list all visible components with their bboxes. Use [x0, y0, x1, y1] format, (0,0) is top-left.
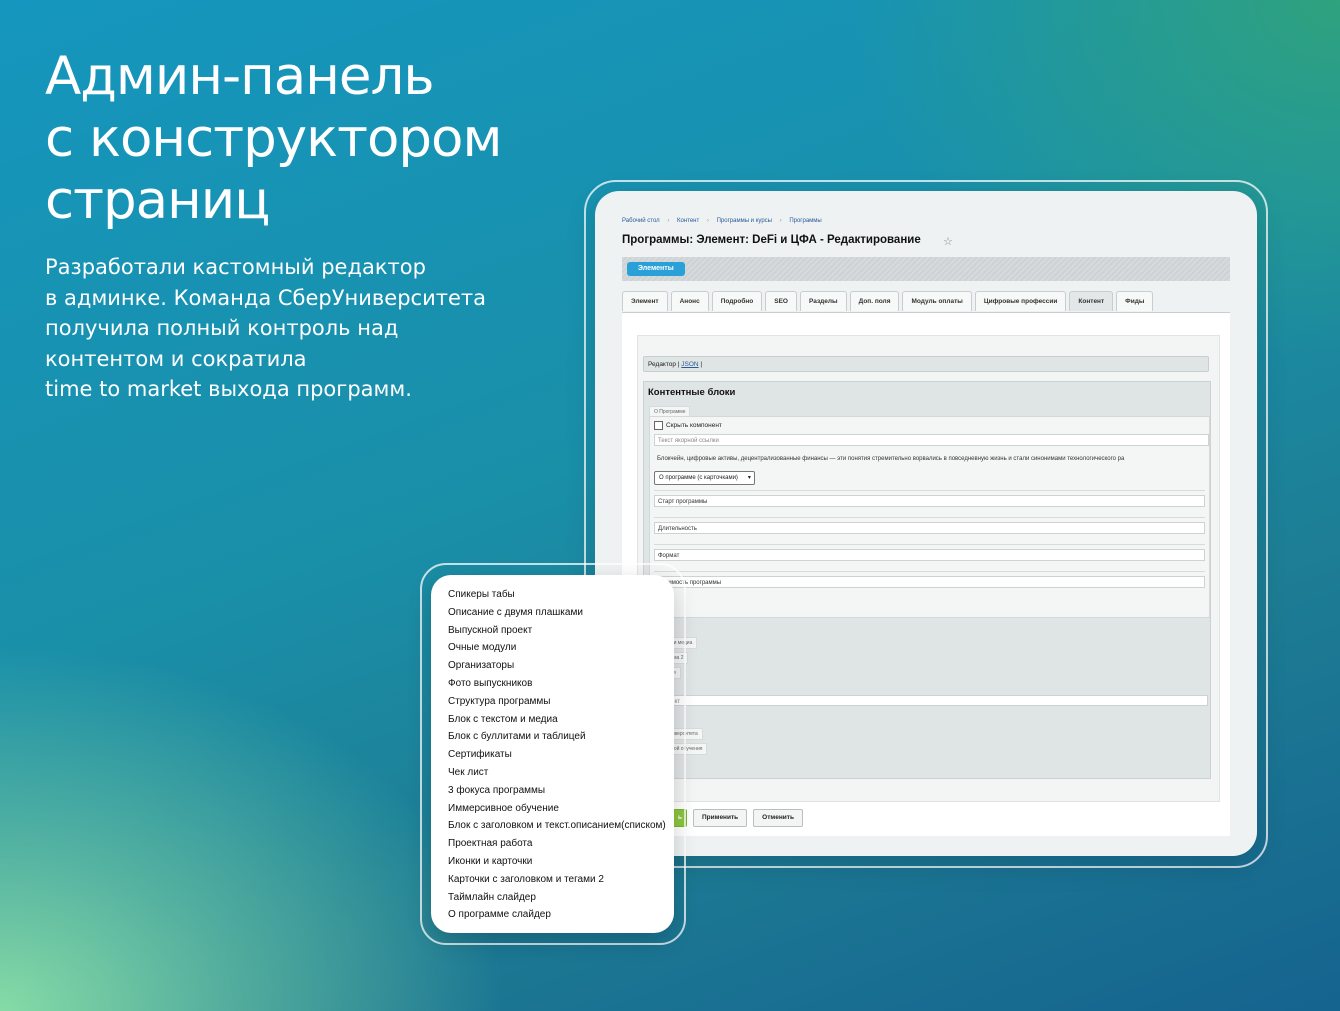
content-panel: Редактор | JSON | Контентные блоки О Про…	[622, 312, 1230, 836]
dropdown-item[interactable]: Спикеры табы	[448, 586, 666, 604]
dropdown-item[interactable]: Иконки и карточки	[448, 853, 666, 871]
cancel-button[interactable]: Отменить	[753, 809, 803, 827]
description-text[interactable]: Блокчейн, цифровые активы, децентрализов…	[654, 453, 1209, 465]
tab-sections[interactable]: Разделы	[800, 291, 847, 311]
breadcrumb: Рабочий стол › Контент › Программы и кур…	[622, 218, 828, 224]
block-type-select[interactable]: О программе (с карточками) ▾	[654, 471, 755, 485]
start-field[interactable]: Старт программы	[654, 495, 1205, 507]
breadcrumb-item[interactable]: Программы и курсы	[717, 218, 772, 224]
tab-payment-module[interactable]: Модуль оплаты	[902, 291, 972, 311]
tab-feeds[interactable]: Фиды	[1116, 291, 1154, 311]
content-blocks: Контентные блоки О Программе Скрыть комп…	[643, 381, 1211, 779]
breadcrumb-separator: ›	[706, 218, 709, 224]
dropdown-item[interactable]: Блок с буллитами и таблицей	[448, 728, 666, 746]
breadcrumb-separator: ›	[667, 218, 670, 224]
headline-line-2: с конструктором	[45, 108, 502, 169]
dropdown-item[interactable]: Сертификаты	[448, 746, 666, 764]
block-type-dropdown: Спикеры табы Описание с двумя плашками В…	[431, 575, 674, 933]
anchor-text-input[interactable]: Текст якорной ссылки	[654, 434, 1209, 446]
tab-details[interactable]: Подробно	[711, 291, 763, 311]
editor-area: Редактор | JSON | Контентные блоки О Про…	[637, 335, 1220, 802]
description-line-1: Разработали кастомный редактор	[45, 255, 426, 279]
json-mode-link[interactable]: JSON	[681, 361, 698, 368]
dropdown-list: Спикеры табы Описание с двумя плашками В…	[448, 586, 666, 924]
editor-mode-suffix: |	[698, 361, 703, 368]
apply-button[interactable]: Применить	[693, 809, 748, 827]
breadcrumb-item[interactable]: Рабочий стол	[622, 218, 660, 224]
tablet-screen: Рабочий стол › Контент › Программы и кур…	[595, 191, 1257, 856]
dropdown-item[interactable]: Блок с текстом и медиа	[448, 711, 666, 729]
editor-mode-bar: Редактор | JSON |	[643, 356, 1209, 372]
admin-toolbar: Элементы	[622, 257, 1230, 281]
dropdown-item[interactable]: О программе слайдер	[448, 906, 666, 924]
page-description: Разработали кастомный редактор в админке…	[45, 252, 486, 405]
dropdown-item[interactable]: Блок с заголовком и текст.описанием(спис…	[448, 817, 666, 835]
hide-component-label: Скрыть компонент	[666, 422, 722, 429]
breadcrumb-separator: ›	[779, 218, 782, 224]
form-buttons: ь Применить Отменить	[673, 809, 803, 827]
dropdown-item[interactable]: Структура программы	[448, 693, 666, 711]
field-row: Старт программы	[654, 490, 1205, 507]
description-line-3: получила полный контроль над	[45, 316, 399, 340]
chevron-down-icon: ▾	[747, 475, 751, 481]
block-type-value: О программе (с карточками)	[659, 475, 738, 481]
dropdown-item[interactable]: Иммерсивное обучение	[448, 800, 666, 818]
admin-screenshot: Рабочий стол › Контент › Программы и кур…	[595, 191, 1257, 856]
headline-line-3: страниц	[45, 170, 270, 231]
dropdown-item[interactable]: Таймлайн слайдер	[448, 889, 666, 907]
dropdown-item[interactable]: Выпускной проект	[448, 622, 666, 640]
field-row: Длительность	[654, 517, 1205, 534]
block-tag[interactable]: ой проект	[649, 695, 1208, 706]
description-line-4: контентом и сократила	[45, 346, 307, 371]
description-line-2: в админке. Команда СберУниверситета	[45, 285, 486, 310]
content-blocks-title: Контентные блоки	[648, 387, 736, 398]
duration-field[interactable]: Длительность	[654, 522, 1205, 534]
dropdown-item[interactable]: Карточки с заголовком и тегами 2	[448, 871, 666, 889]
dropdown-item[interactable]: Проектная работа	[448, 835, 666, 853]
headline-line-1: Админ-панель	[45, 46, 435, 107]
hide-component-checkbox[interactable]	[654, 421, 663, 430]
tab-extra-fields[interactable]: Доп. поля	[849, 291, 900, 311]
tab-content[interactable]: Контент	[1069, 291, 1114, 311]
dropdown-item[interactable]: Очные модули	[448, 639, 666, 657]
tab-seo[interactable]: SEO	[765, 291, 797, 311]
dropdown-item[interactable]: 3 фокуса программы	[448, 782, 666, 800]
breadcrumb-item[interactable]: Контент	[677, 218, 699, 224]
description-line-5: time to market выхода программ.	[45, 377, 412, 401]
page-headline: Админ-панель с конструктором страниц	[45, 46, 502, 232]
dropdown-item[interactable]: Организаторы	[448, 657, 666, 675]
tab-anons[interactable]: Анонс	[670, 291, 709, 311]
tab-digital-professions[interactable]: Цифровые профессии	[974, 291, 1067, 311]
hide-component-row[interactable]: Скрыть компонент	[654, 421, 722, 430]
format-field[interactable]: Формат	[654, 549, 1205, 561]
admin-page-title: Программы: Элемент: DeFi и ЦФА - Редакти…	[622, 234, 921, 246]
dropdown-item[interactable]: Фото выпускников	[448, 675, 666, 693]
elements-button[interactable]: Элементы	[627, 262, 685, 276]
editor-mode-label[interactable]: Редактор |	[648, 361, 681, 368]
price-field[interactable]: Стоимость программы	[654, 576, 1205, 588]
favorite-star-icon[interactable]: ☆	[943, 235, 953, 248]
dropdown-item[interactable]: Чек лист	[448, 764, 666, 782]
breadcrumb-item[interactable]: Программы	[789, 218, 821, 224]
dropdown-item[interactable]: Описание с двумя плашками	[448, 604, 666, 622]
field-row: Стоимость программы	[654, 571, 1205, 588]
admin-tabs: Элемент Анонс Подробно SEO Разделы Доп. …	[622, 291, 1154, 311]
field-row: Формат	[654, 544, 1205, 561]
block-card: Скрыть компонент Текст якорной ссылки Бл…	[649, 416, 1210, 618]
tab-element[interactable]: Элемент	[622, 291, 668, 311]
